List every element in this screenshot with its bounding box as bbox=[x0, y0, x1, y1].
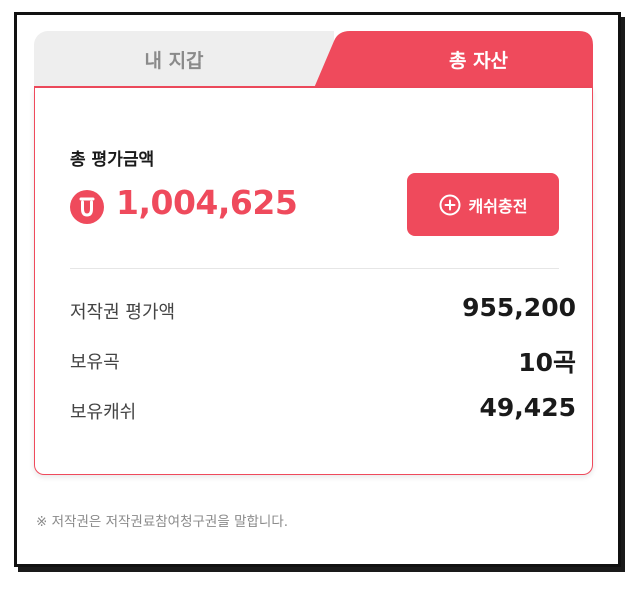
copyright-valuation-label: 저작권 평가액 bbox=[70, 302, 176, 323]
total-valuation-label: 총 평가금액 bbox=[70, 150, 155, 170]
tab-total-assets[interactable]: 총 자산 bbox=[364, 31, 593, 88]
tab-wallet[interactable]: 내 지갑 bbox=[34, 31, 334, 88]
owned-cash-value: 49,425 bbox=[479, 393, 576, 422]
cash-charge-button[interactable]: 캐쉬충전 bbox=[407, 173, 559, 236]
plus-circle-icon bbox=[439, 194, 461, 215]
owned-songs-value: 10곡 bbox=[518, 348, 576, 377]
owned-cash-label: 보유캐쉬 bbox=[70, 402, 137, 423]
total-valuation-value: 1,004,625 bbox=[116, 183, 298, 222]
tab-bar: 내 지갑 총 자산 bbox=[34, 31, 593, 88]
owned-songs-label: 보유곡 bbox=[70, 352, 120, 373]
tab-total-assets-label: 총 자산 bbox=[448, 50, 509, 72]
cash-charge-label: 캐쉬충전 bbox=[468, 196, 528, 216]
copyright-valuation-value: 955,200 bbox=[462, 293, 576, 322]
copyright-footnote: ※ 저작권은 저작권료참여청구권을 말합니다. bbox=[36, 514, 289, 530]
coin-icon bbox=[70, 190, 104, 224]
section-divider bbox=[70, 268, 559, 269]
tab-wallet-label: 내 지갑 bbox=[144, 50, 204, 72]
